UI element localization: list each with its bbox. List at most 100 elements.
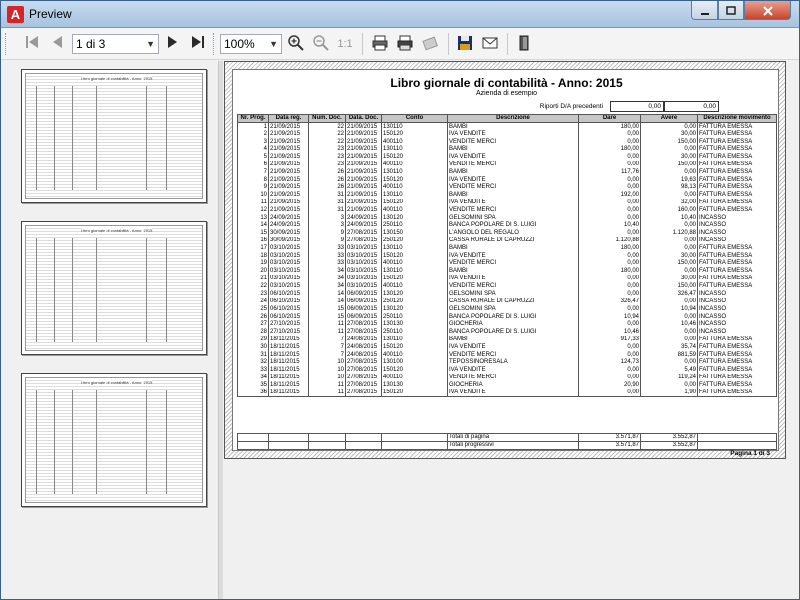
table-cell: FATTURA EMESSA	[697, 388, 777, 397]
table-cell: 400110	[381, 373, 448, 382]
table-cell: 21/09/2015	[268, 168, 309, 176]
table-cell: 24/09/2015	[268, 221, 309, 230]
table-row: 9 21/09/2015 26 21/09/2015 400110 VENDITE MER…	[237, 183, 777, 191]
table-cell: 180,00	[578, 145, 641, 153]
table-cell: 27/08/2015	[345, 320, 382, 328]
table-cell: 03/10/2015	[345, 274, 382, 283]
table-cell: 33	[308, 259, 346, 268]
table-cell: FATTURA EMESSA	[697, 335, 777, 344]
thumbnail-column-line	[166, 86, 167, 190]
table-cell: 21/09/2015	[345, 206, 382, 214]
actual-size-button[interactable]: 1:1	[335, 34, 355, 54]
table-cell: 10	[308, 366, 346, 374]
totals-table: Totali di pagina 3.571,87 3.552,87 Total…	[237, 433, 777, 450]
table-cell: 150120	[381, 198, 448, 207]
table-row: 28 27/10/2015 11 27/08/2015 250110 BANCA POPO…	[237, 327, 777, 336]
table-cell: FATTURA EMESSA	[697, 343, 777, 351]
table-cell: 9	[237, 183, 269, 191]
table-cell: IVA VENDITE	[447, 198, 579, 207]
panel-splitter[interactable]	[219, 61, 223, 599]
table-cell: 03/10/2015	[268, 267, 309, 275]
table-cell: BANCA POPOLARE DI S. LUIGI	[447, 327, 579, 336]
email-button[interactable]	[481, 34, 499, 54]
page-setup-button[interactable]	[421, 34, 439, 54]
print-button[interactable]	[371, 34, 389, 54]
close-button[interactable]	[744, 1, 791, 20]
table-cell: 150120	[381, 388, 448, 397]
page-thumbnail-2[interactable]: Libro giornale di contabilità - Anno: 20…	[21, 221, 207, 355]
table-cell: 23	[308, 160, 346, 169]
table-cell: 326,47	[640, 289, 698, 298]
table-cell: 19	[237, 259, 269, 268]
riporti-label: Riporti D/A precedenti	[539, 103, 603, 110]
table-cell: 30	[237, 343, 269, 351]
page-thumbnail-1[interactable]: Libro giornale di contabilità - Anno: 20…	[21, 69, 207, 203]
next-page-button[interactable]	[164, 34, 182, 54]
table-cell: 130110	[381, 122, 448, 131]
table-cell: 1	[237, 122, 269, 131]
table-cell: IVA VENDITE	[447, 388, 579, 397]
exit-button[interactable]	[515, 34, 533, 54]
table-row: 26 06/10/2015 15 06/09/2015 250110 BANCA POPO…	[237, 312, 777, 321]
previous-page-button[interactable]	[48, 34, 66, 54]
table-cell: 0,00	[640, 297, 698, 306]
table-row: 10 21/09/2015 31 21/09/2015 130110 BAMBI 192,0…	[237, 190, 777, 199]
thumbnail-column-line	[36, 238, 37, 342]
table-row: 19 03/10/2015 33 03/10/2015 400110 VENDITE ME…	[237, 259, 777, 268]
table-cell: 98,13	[640, 183, 698, 191]
table-cell: IVA VENDITE	[447, 175, 579, 184]
table-cell: VENDITE MERCI	[447, 137, 579, 146]
save-button[interactable]	[456, 34, 474, 54]
table-cell: 27/08/2015	[345, 229, 382, 237]
table-cell: CASSA RURALE DI CAPRUZZI	[447, 297, 579, 306]
printer-setup-icon	[397, 35, 413, 51]
table-cell: 10	[308, 358, 346, 366]
print-setup-button[interactable]	[396, 34, 414, 54]
last-page-button[interactable]	[189, 34, 207, 54]
table-cell: 250110	[381, 312, 448, 321]
table-cell: FATTURA EMESSA	[697, 350, 777, 359]
table-cell: 03/10/2015	[345, 259, 382, 268]
table-cell: 0,00	[578, 175, 641, 184]
table-row: 34 18/11/2015 10 27/08/2015 400110 VENDITE ME…	[237, 373, 777, 382]
table-cell: 12	[237, 206, 269, 214]
table-cell: 06/09/2015	[345, 312, 382, 321]
minimize-button[interactable]	[691, 1, 718, 20]
table-cell: 13	[237, 213, 269, 222]
report-page: Libro giornale di contabilità - Anno: 20…	[224, 61, 786, 459]
column-header: Descrizione	[447, 114, 579, 123]
zoom-in-button[interactable]	[287, 34, 305, 54]
table-cell: 21/09/2015	[345, 137, 382, 146]
table-cell: GIOCHERIA	[447, 320, 579, 328]
table-cell: 21/09/2015	[345, 190, 382, 199]
table-cell: 0,00	[578, 259, 641, 268]
zoom-out-button[interactable]	[312, 34, 330, 54]
table-cell: 3	[237, 137, 269, 146]
maximize-button[interactable]	[718, 1, 744, 20]
table-cell: 31	[308, 206, 346, 214]
first-page-button[interactable]	[23, 34, 41, 54]
progressive-totals-avere: 3.552,87	[640, 441, 698, 450]
table-cell: 124,73	[578, 358, 641, 366]
table-cell: 22	[308, 122, 346, 131]
table-cell: 15	[237, 229, 269, 237]
page-totals-label: Totali di pagina	[447, 433, 579, 442]
table-cell: IVA VENDITE	[447, 251, 579, 260]
table-cell: VENDITE MERCI	[447, 160, 579, 169]
riporto-dare: 0,00	[610, 101, 664, 112]
thumbnail-page: Libro giornale di contabilità - Anno: 20…	[25, 73, 203, 199]
table-cell: 06/10/2015	[268, 289, 309, 298]
zoom-selector[interactable]: 100% ▼	[220, 34, 282, 54]
page-selector[interactable]: 1 di 3 ▼	[72, 34, 159, 54]
page-thumbnail-3[interactable]: Libro giornale di contabilità - Anno: 20…	[21, 373, 207, 507]
table-row: 1 21/09/2015 22 21/09/2015 130110 BAMBI 180,00…	[237, 122, 777, 131]
table-cell: 06/10/2015	[268, 312, 309, 321]
table-row: 6 21/09/2015 23 21/09/2015 400110 VENDITE MER…	[237, 160, 777, 169]
table-cell: 30/09/2015	[268, 229, 309, 237]
table-cell: BAMBI	[447, 335, 579, 344]
table-cell: 250120	[381, 297, 448, 306]
page-selector-value: 1 di 3	[76, 37, 106, 51]
table-cell: 0,00	[578, 198, 641, 207]
app-logo-icon: A	[7, 6, 24, 23]
table-cell: GELSOMINI SPA	[447, 305, 579, 313]
